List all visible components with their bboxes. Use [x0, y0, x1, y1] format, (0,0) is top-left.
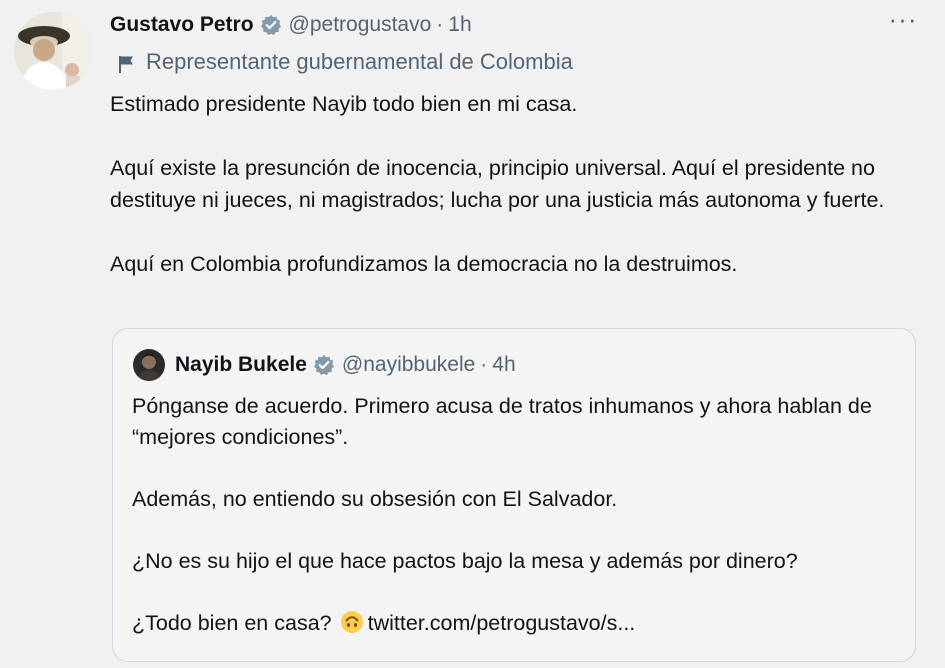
tweet-header: Gustavo Petro @petrogustavo · 1h	[110, 10, 472, 40]
government-flag-icon	[118, 53, 134, 73]
tweet-timestamp[interactable]: 1h	[448, 13, 471, 37]
quoted-paragraph: ¿No es su hijo el que hace pactos bajo l…	[132, 549, 798, 573]
quoted-tweet[interactable]: Nayib Bukele @nayibbukele · 4h Pónganse …	[112, 328, 916, 662]
verified-badge-icon	[260, 14, 282, 36]
quoted-tweet-timestamp[interactable]: 4h	[492, 353, 515, 377]
tweet-paragraph: Aquí en Colombia profundizamos la democr…	[110, 252, 738, 276]
government-label-text: Representante gubernamental de Colombia	[146, 49, 573, 74]
quoted-link[interactable]: twitter.com/petrogustavo/s...	[368, 611, 636, 635]
quoted-tweet-header: Nayib Bukele @nayibbukele · 4h	[175, 350, 516, 380]
government-label[interactable]: Representante gubernamental de Colombia	[118, 49, 573, 75]
quoted-last-line-text: ¿Todo bien en casa?	[132, 611, 332, 635]
quoted-paragraph: Además, no entiendo su obsesión con El S…	[132, 487, 618, 511]
quoted-last-paragraph: ¿Todo bien en casa? twitter.com/petrogus…	[132, 608, 892, 639]
quoted-author-avatar[interactable]	[133, 349, 165, 381]
upside-down-face-emoji-icon	[340, 610, 364, 634]
author-avatar[interactable]	[14, 12, 92, 90]
author-name[interactable]: Gustavo Petro	[110, 13, 254, 37]
author-handle[interactable]: @petrogustavo	[289, 13, 432, 37]
tweet-text: Estimado presidente Nayib todo bien en m…	[110, 88, 910, 280]
tweet[interactable]: Gustavo Petro @petrogustavo · 1h ··· Rep…	[0, 0, 945, 668]
quoted-author-name[interactable]: Nayib Bukele	[175, 353, 307, 377]
verified-badge-icon	[313, 354, 335, 376]
quoted-tweet-text: Pónganse de acuerdo. Primero acusa de tr…	[132, 391, 892, 639]
tweet-paragraph: Aquí existe la presunción de inocencia, …	[110, 156, 885, 212]
quoted-author-handle[interactable]: @nayibbukele	[342, 353, 475, 377]
tweet-paragraph: Estimado presidente Nayib todo bien en m…	[110, 92, 578, 116]
quoted-paragraph: Pónganse de acuerdo. Primero acusa de tr…	[132, 394, 872, 449]
quoted-header-separator: ·	[480, 353, 488, 376]
header-separator: ·	[436, 13, 444, 36]
more-options-icon[interactable]: ···	[886, 6, 920, 36]
